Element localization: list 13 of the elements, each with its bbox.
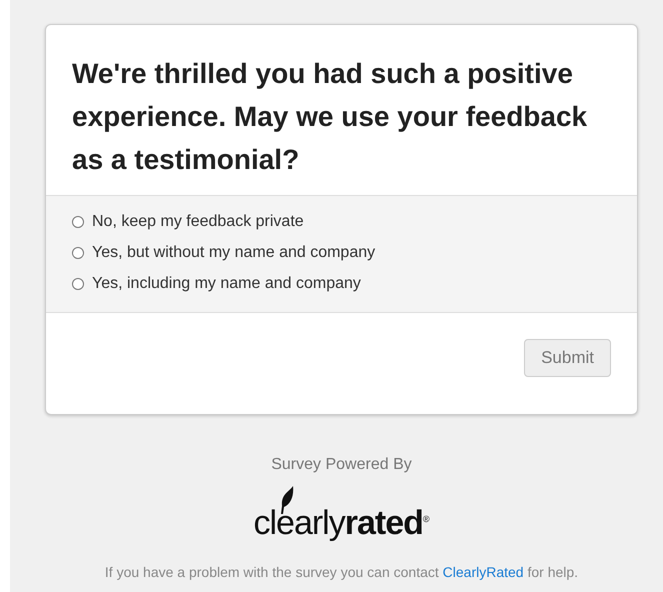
registered-mark: ® — [422, 514, 430, 524]
logo-text: clearly — [253, 504, 345, 542]
question-heading: We're thrilled you had such a positive experience. May we use your feedback as a testimonial? — [71, 57, 588, 177]
option-label[interactable]: No, keep my feedback private — [92, 212, 304, 230]
logo-text: rated — [344, 504, 423, 542]
radio-button[interactable] — [72, 216, 84, 228]
option-label[interactable]: Yes, including my name and company — [92, 274, 361, 292]
powered-by-label: Survey Powered By — [270, 456, 413, 474]
help-text: If you have a problem with the survey you can contact ClearlyRated for help. — [104, 564, 580, 580]
radio-button[interactable] — [72, 278, 84, 290]
clearlyrated-link[interactable]: ClearlyRated — [442, 564, 524, 580]
option-label[interactable]: Yes, but without my name and company — [92, 244, 376, 262]
radio-button[interactable] — [72, 246, 84, 258]
